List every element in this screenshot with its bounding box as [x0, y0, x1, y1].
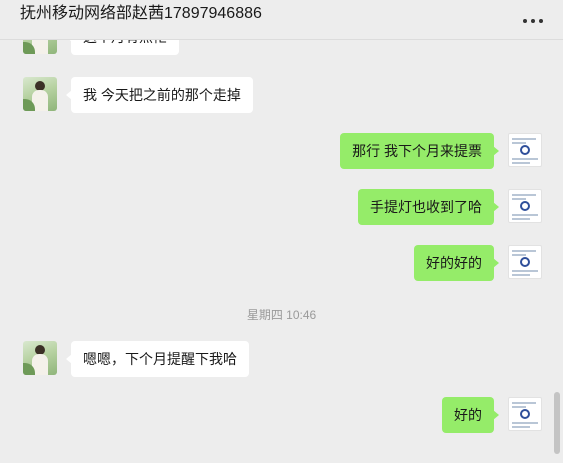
scrollbar-thumb[interactable] — [554, 392, 560, 454]
chat-title: 抚州移动网络部赵茜17897946886 — [20, 5, 262, 22]
contact-avatar[interactable] — [23, 40, 57, 54]
incoming-message-bubble[interactable]: 嗯嗯，下个月提醒下我哈 — [66, 341, 249, 377]
my-avatar[interactable] — [508, 397, 542, 431]
my-avatar[interactable] — [508, 133, 542, 167]
more-options-icon[interactable] — [521, 14, 545, 28]
outgoing-message-bubble[interactable]: 手提灯也收到了哈 — [358, 189, 499, 225]
message-timestamp: 星期四 10:46 — [246, 308, 317, 322]
contact-avatar[interactable] — [23, 341, 57, 375]
chat-header: 抚州移动网络部赵茜17897946886 — [0, 0, 563, 40]
message-row: 好的 — [0, 397, 563, 433]
message-row: 那行 我下个月来提票 — [0, 133, 563, 169]
incoming-message-bubble[interactable]: 我 今天把之前的那个走掉 — [66, 77, 253, 113]
message-list[interactable]: 这个月有点忙 我 今天把之前的那个走掉 那行 我下个月来提票 手提灯也收到了哈 — [0, 40, 563, 463]
outgoing-message-bubble[interactable]: 好的 — [442, 397, 499, 433]
message-row: 好的好的 — [0, 245, 563, 281]
my-avatar[interactable] — [508, 189, 542, 223]
message-row: 手提灯也收到了哈 — [0, 189, 563, 225]
outgoing-message-bubble[interactable]: 那行 我下个月来提票 — [340, 133, 499, 169]
my-avatar[interactable] — [508, 245, 542, 279]
message-row: 我 今天把之前的那个走掉 — [0, 77, 563, 113]
contact-avatar[interactable] — [23, 77, 57, 111]
message-row: 这个月有点忙 — [0, 40, 563, 55]
message-row: 嗯嗯，下个月提醒下我哈 — [0, 341, 563, 377]
incoming-message-bubble[interactable]: 这个月有点忙 — [66, 40, 179, 55]
outgoing-message-bubble[interactable]: 好的好的 — [414, 245, 499, 281]
